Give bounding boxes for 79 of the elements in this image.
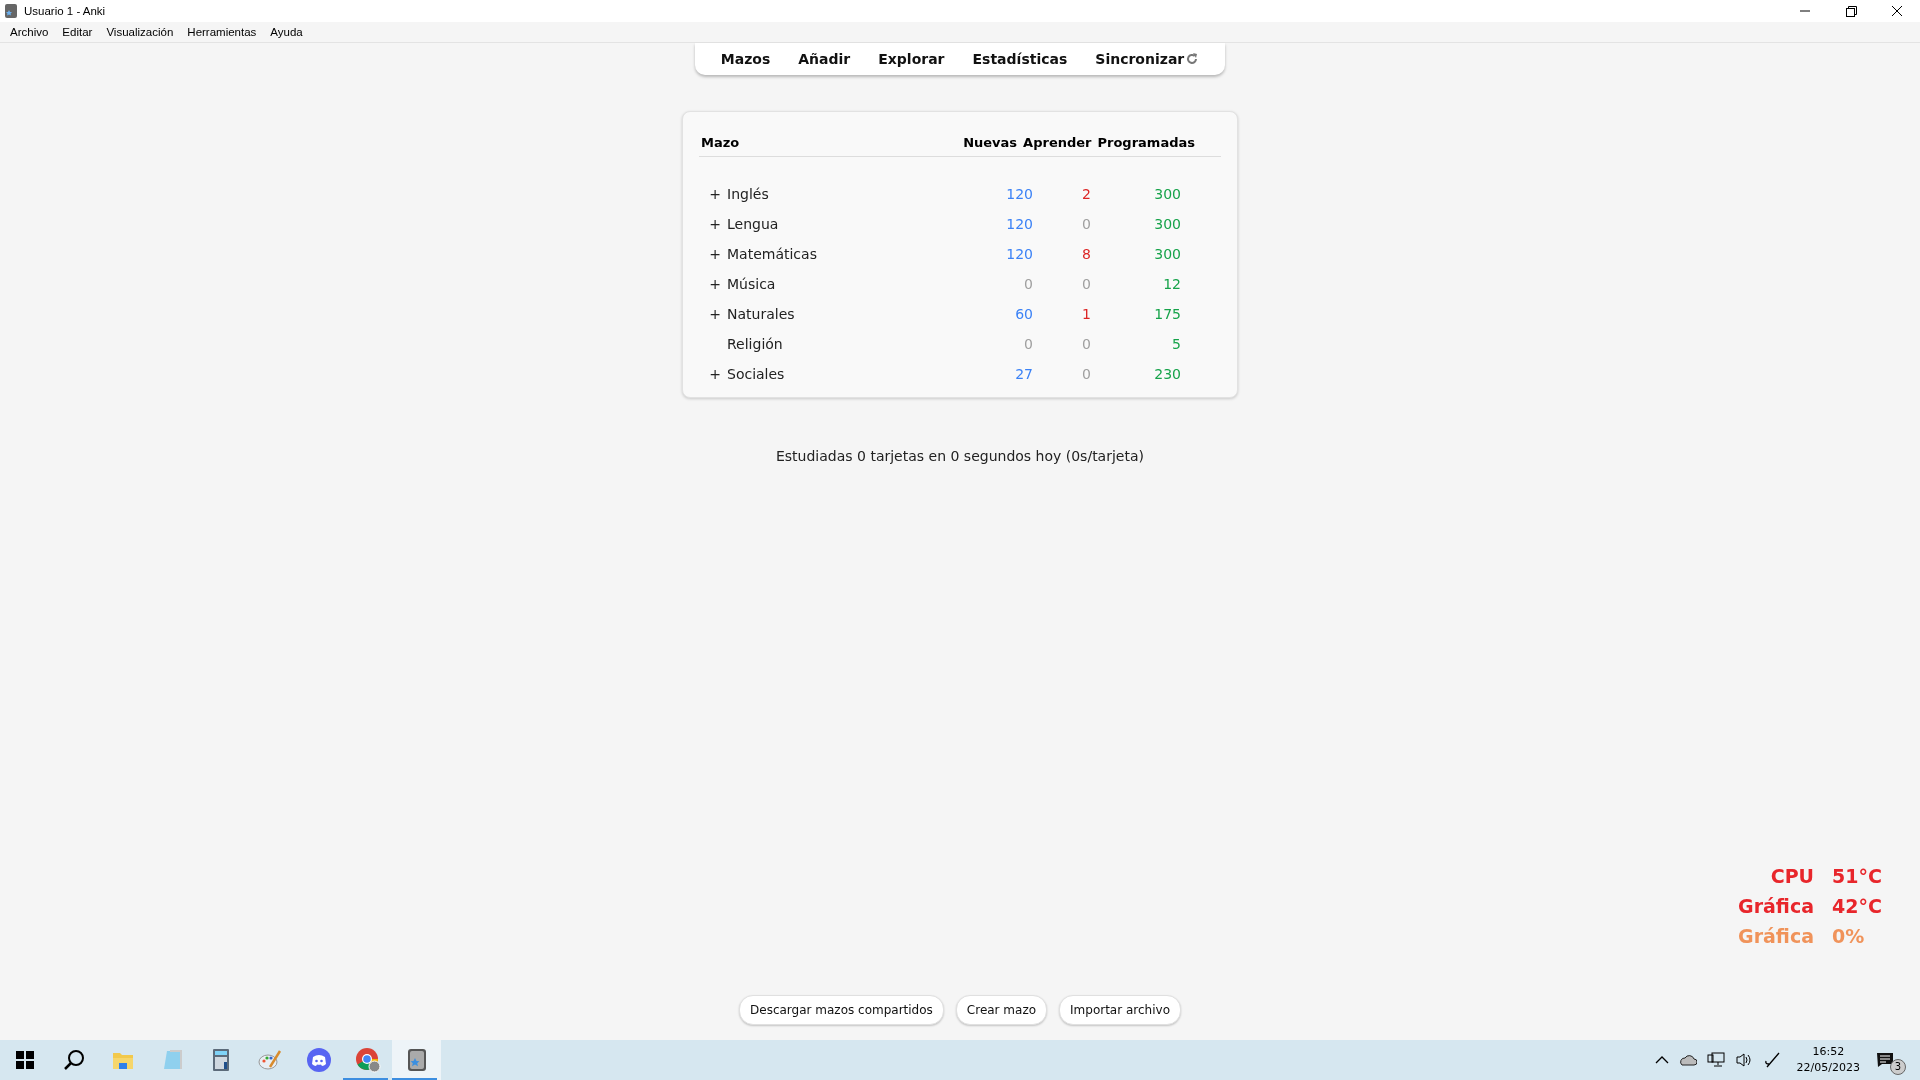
deck-name[interactable]: Música <box>727 276 973 292</box>
clock-date: 22/05/2023 <box>1796 1060 1860 1076</box>
study-summary: Estudiadas 0 tarjetas en 0 segundos hoy (0s/tarjeta) <box>776 448 1144 464</box>
due-count: 300 <box>1153 186 1181 202</box>
menu-item[interactable]: Ayuda <box>270 26 303 38</box>
due-count: 5 <box>1171 336 1181 352</box>
expand-toggle[interactable]: + <box>709 216 721 232</box>
action-button[interactable]: Importar archivo <box>1059 995 1181 1025</box>
column-header: Mazo <box>700 134 741 150</box>
column-header: Aprender <box>1023 134 1092 150</box>
menu-item[interactable]: Editar <box>62 26 93 38</box>
expand-toggle[interactable]: + <box>709 306 721 322</box>
clock[interactable]: 16:52 22/05/2023 <box>1790 1044 1866 1076</box>
browser-icon <box>354 1047 381 1073</box>
action-button[interactable]: Crear mazo <box>955 995 1048 1025</box>
notification-badge: 3 <box>1890 1059 1906 1075</box>
new-count: 60 <box>1014 306 1033 322</box>
temperature-value: 0% <box>1832 925 1866 947</box>
chevron-up-icon[interactable] <box>1654 1055 1669 1065</box>
volume-icon[interactable] <box>1734 1052 1753 1068</box>
folder-icon <box>111 1050 134 1070</box>
calculator-icon <box>212 1049 229 1071</box>
learn-count: 0 <box>1081 276 1091 292</box>
toolbar-button[interactable]: Explorar <box>864 51 959 67</box>
due-count: 300 <box>1153 216 1181 232</box>
expand-toggle[interactable]: + <box>709 186 721 202</box>
deck-name[interactable]: Inglés <box>727 186 973 202</box>
menu-item[interactable]: Herramientas <box>187 26 257 38</box>
toolbar-button[interactable]: Sincronizar <box>1081 51 1214 67</box>
deck-name[interactable]: Naturales <box>727 306 973 322</box>
column-header: Nuevas <box>963 134 1018 150</box>
search-icon <box>62 1049 85 1071</box>
network-icon[interactable] <box>1706 1052 1725 1068</box>
new-count: 0 <box>1023 336 1033 352</box>
learn-count: 0 <box>1081 216 1091 232</box>
learn-count: 0 <box>1081 366 1091 382</box>
cloud-icon[interactable] <box>1678 1054 1697 1066</box>
column-header: Programadas <box>1097 134 1195 150</box>
toolbar-button[interactable]: Mazos <box>706 51 785 67</box>
new-count: 120 <box>1005 246 1033 262</box>
temperature-label: CPU <box>1769 865 1814 887</box>
expand-toggle[interactable]: + <box>709 276 721 292</box>
new-count: 0 <box>1023 276 1033 292</box>
deck-name[interactable]: Matemáticas <box>727 246 973 262</box>
sync-icon <box>1185 52 1200 66</box>
learn-count: 0 <box>1081 336 1091 352</box>
window-title: Usuario 1 - Anki <box>24 5 106 17</box>
new-count: 120 <box>1005 216 1033 232</box>
deck-name[interactable]: Lengua <box>727 216 973 232</box>
learn-count: 8 <box>1081 246 1091 262</box>
temperature-value: 42°C <box>1832 895 1883 917</box>
deck-name[interactable]: Sociales <box>727 366 973 382</box>
chat-app-icon <box>306 1048 331 1072</box>
windows-logo-icon <box>14 1050 35 1070</box>
due-count: 300 <box>1153 246 1181 262</box>
menu-item[interactable]: Visualización <box>106 26 174 38</box>
clock-time: 16:52 <box>1812 1044 1845 1060</box>
menu-item[interactable]: Archivo <box>10 26 49 38</box>
taskbar-app[interactable] <box>392 1040 441 1080</box>
expand-toggle[interactable]: + <box>709 366 721 382</box>
due-count: 230 <box>1153 366 1181 382</box>
action-button[interactable]: Descargar mazos compartidos <box>739 995 944 1025</box>
temperature-label: Gráfica <box>1737 895 1814 917</box>
temperature-value: 51°C <box>1832 865 1883 887</box>
app-icon <box>4 3 18 19</box>
due-count: 175 <box>1153 306 1181 322</box>
notifications-icon[interactable] <box>1876 1052 1894 1068</box>
new-count: 120 <box>1005 186 1033 202</box>
learn-count: 2 <box>1081 186 1091 202</box>
toolbar-button[interactable]: Añadir <box>784 51 865 67</box>
palette-icon <box>257 1049 282 1071</box>
deck-name[interactable]: Religión <box>727 336 973 352</box>
new-count: 27 <box>1014 366 1033 382</box>
toolbar-button[interactable]: Estadísticas <box>958 51 1082 67</box>
app-icon <box>406 1048 427 1072</box>
expand-toggle[interactable]: + <box>709 246 721 262</box>
temperature-label: Gráfica <box>1737 925 1814 947</box>
learn-count: 1 <box>1081 306 1091 322</box>
due-count: 12 <box>1162 276 1181 292</box>
